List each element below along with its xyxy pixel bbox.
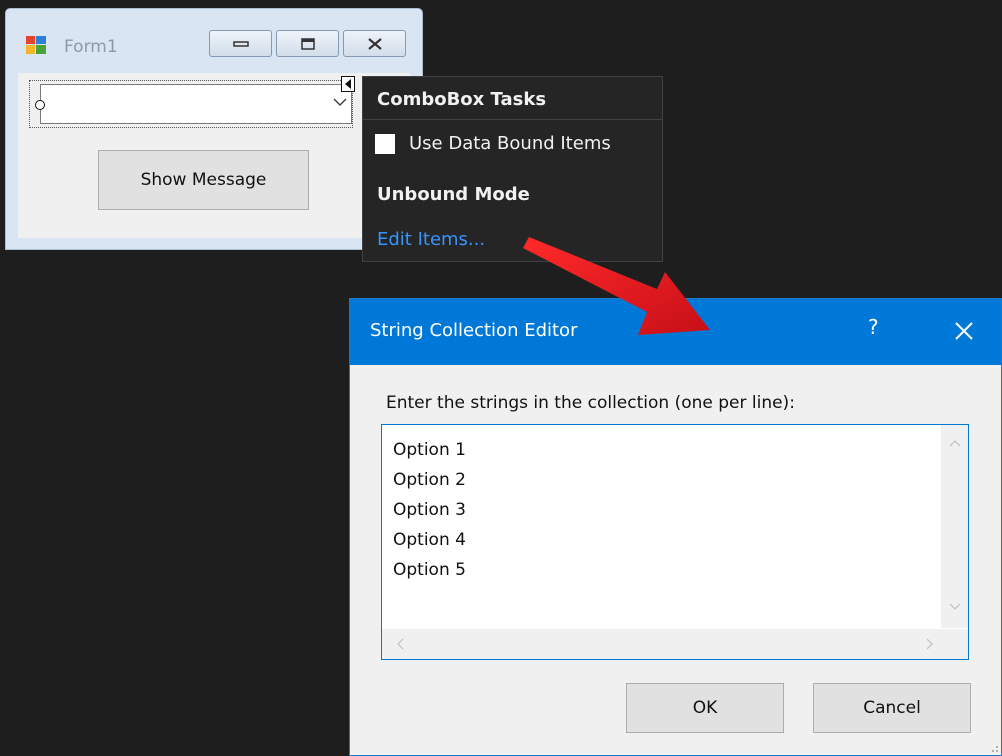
maximize-icon [300,37,315,50]
scrollbar-corner [941,629,968,659]
resize-grip-handle[interactable] [35,100,45,110]
string-line: Option 5 [393,560,466,580]
combobox-tasks-panel: ComboBox Tasks Use Data Bound Items Unbo… [362,76,663,262]
size-grip-icon[interactable] [989,743,999,753]
vertical-scrollbar[interactable] [941,425,968,628]
dialog-title: String Collection Editor [370,320,578,341]
unbound-mode-heading: Unbound Mode [377,184,530,205]
string-line: Option 2 [393,470,466,490]
minimize-icon [232,40,249,47]
ok-button[interactable]: OK [626,683,784,733]
divider [363,119,662,120]
dialog-titlebar[interactable]: String Collection Editor ? [350,299,1001,365]
form1-title: Form1 [64,37,118,57]
edit-items-link[interactable]: Edit Items... [377,229,485,250]
close-icon[interactable] [954,321,974,341]
prompt-label: Enter the strings in the collection (one… [386,393,795,413]
help-button[interactable]: ? [868,315,879,339]
form1-window: Form1 [5,8,423,250]
strings-lines: Option 1 Option 2 Option 3 Option 4 Opti… [393,435,466,585]
caret-left-icon [345,79,351,89]
minimize-button[interactable] [209,30,272,57]
chevron-down-icon[interactable] [333,97,347,107]
cancel-button[interactable]: Cancel [813,683,971,733]
close-button[interactable] [343,30,406,57]
use-data-bound-items-label[interactable]: Use Data Bound Items [409,133,611,154]
scroll-up-icon[interactable] [949,439,961,447]
horizontal-scrollbar[interactable] [382,629,942,659]
string-line: Option 1 [393,440,466,460]
strings-textarea[interactable]: Option 1 Option 2 Option 3 Option 4 Opti… [381,424,969,660]
string-line: Option 3 [393,500,466,520]
close-icon [367,37,382,50]
app-window-icon [26,36,46,54]
smart-tag-glyph[interactable] [341,76,355,92]
scroll-right-icon[interactable] [926,638,934,650]
scroll-left-icon[interactable] [396,638,404,650]
form1-titlebar[interactable]: Form1 [6,9,422,73]
string-collection-editor-dialog: String Collection Editor ? Enter the str… [349,298,1002,756]
tasks-panel-title: ComboBox Tasks [377,89,547,110]
scroll-down-icon[interactable] [949,603,961,611]
maximize-button[interactable] [276,30,339,57]
combobox[interactable] [40,84,352,124]
use-data-bound-items-checkbox[interactable] [375,134,395,154]
string-line: Option 4 [393,530,466,550]
show-message-button[interactable]: Show Message [98,150,309,210]
